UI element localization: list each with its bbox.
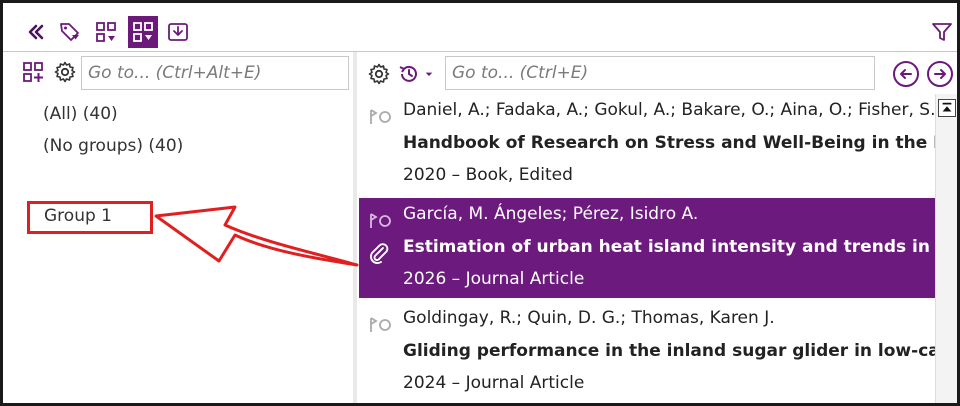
group-item-all[interactable]: (All) (40) [43, 104, 118, 124]
reference-meta: 2020 – Book, Edited [403, 165, 573, 185]
read-status-icon [370, 213, 391, 228]
scroll-to-top-icon[interactable] [938, 99, 956, 117]
import-icon[interactable] [163, 16, 193, 48]
read-status-icon [370, 317, 391, 332]
add-group-icon[interactable] [19, 58, 47, 86]
read-status-icon [370, 109, 391, 124]
references-goto-input[interactable] [445, 56, 875, 90]
gear-icon[interactable] [51, 58, 79, 86]
chevron-down-icon[interactable] [421, 60, 437, 88]
history-icon[interactable] [395, 60, 423, 88]
reference-scrollbar[interactable] [935, 94, 957, 403]
filter-funnel-icon[interactable] [927, 16, 957, 48]
navigate-back-icon[interactable] [893, 61, 919, 87]
groups-pane: (All) (40) (No groups) (40) Group 1 [3, 52, 353, 403]
top-toolbar [3, 3, 957, 53]
reference-row[interactable]: Daniel, A.; Fadaka, A.; Gokul, A.; Bakar… [359, 94, 935, 194]
group-item-no-groups[interactable]: (No groups) (40) [43, 136, 183, 156]
groups-goto-input[interactable] [81, 56, 349, 90]
collapse-double-chevron-icon[interactable] [21, 16, 51, 48]
reference-row[interactable]: Goldingay, R.; Quin, D. G.; Thomas, Kare… [359, 302, 935, 402]
references-pane: Daniel, A.; Fadaka, A.; Gokul, A.; Bakar… [357, 52, 957, 403]
reference-list: Daniel, A.; Fadaka, A.; Gokul, A.; Bakar… [357, 94, 935, 403]
reference-title: Estimation of urban heat island intensit… [403, 237, 935, 257]
navigate-forward-icon[interactable] [927, 61, 953, 87]
reference-authors: García, M. Ángeles; Pérez, Isidro A. [403, 204, 699, 224]
gear-icon[interactable] [365, 60, 393, 88]
reference-authors: Goldingay, R.; Quin, D. G.; Thomas, Kare… [403, 308, 775, 328]
reference-meta: 2024 – Journal Article [403, 373, 585, 393]
reference-title: Gliding performance in the inland sugar … [403, 341, 935, 361]
reference-authors: Daniel, A.; Fadaka, A.; Gokul, A.; Bakar… [403, 100, 935, 120]
group-item-group1[interactable]: Group 1 [44, 206, 112, 226]
app-window: (All) (40) (No groups) (40) Group 1 [0, 0, 960, 406]
groups-pane-toolbar [3, 52, 353, 92]
reference-meta: 2026 – Journal Article [403, 269, 585, 289]
group-tree-icon[interactable] [91, 16, 121, 48]
reference-title: Handbook of Research on Stress and Well-… [403, 133, 935, 153]
tag-filter-icon[interactable] [55, 16, 85, 48]
reference-row-selected[interactable]: García, M. Ángeles; Pérez, Isidro A. Est… [359, 198, 935, 298]
paperclip-icon[interactable] [367, 242, 391, 266]
group-grid-icon[interactable] [128, 16, 158, 48]
references-pane-toolbar [357, 52, 957, 92]
